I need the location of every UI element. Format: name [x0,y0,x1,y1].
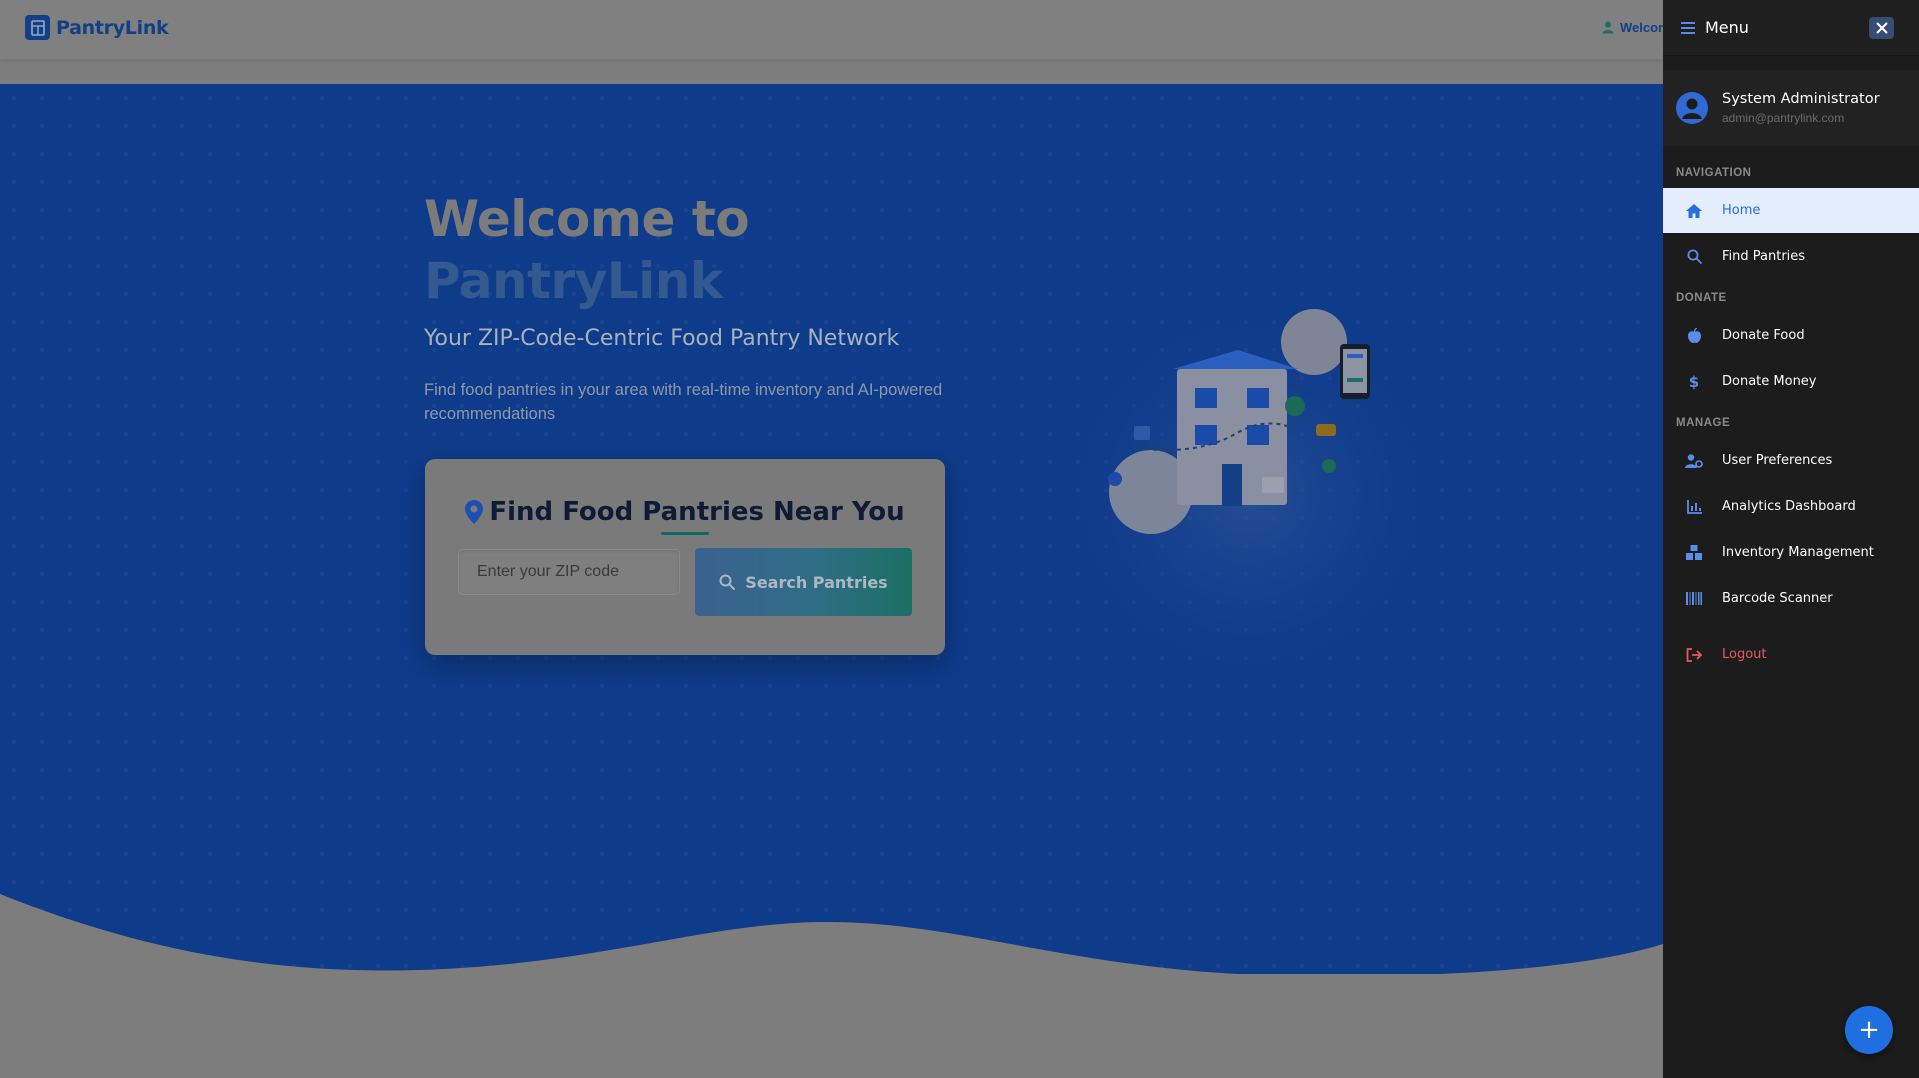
search-icon [1684,249,1704,264]
menu-item-user-preferences[interactable]: User Preferences [1663,438,1919,483]
user-email: admin@pantrylink.com [1722,111,1845,125]
menu-item-label: Donate Food [1722,328,1805,343]
hero-description: Find food pantries in your area with rea… [424,381,943,423]
menu-item-label: User Preferences [1722,453,1833,468]
menu-item-donate-food[interactable]: Donate Food [1663,313,1919,358]
search-icon [719,574,736,590]
menu-item-label: Inventory Management [1722,545,1874,560]
search-card-title: Find Food Pantries Near You [425,497,945,527]
pantry-icon [25,15,50,40]
search-card: Find Food Pantries Near You Search Pantr… [425,459,945,655]
menu-item-label: Find Pantries [1722,249,1806,264]
menu-item-logout[interactable]: Logout [1663,632,1919,677]
avatar [1676,92,1708,124]
menu-item-donate-money[interactable]: $ Donate Money [1663,359,1919,404]
user-circle-icon [1682,98,1702,119]
menu-item-label: Logout [1722,647,1767,662]
barcode-icon [1684,592,1704,605]
close-icon [1875,22,1888,34]
title-underline [661,532,709,535]
brand-name: PantryLink [56,16,169,39]
hero-wave [0,894,1919,974]
search-button-label: Search Pantries [745,572,888,592]
user-cog-icon [1684,453,1704,468]
hero-pattern [0,84,1919,974]
hero-title-line1: Welcome to [424,190,750,248]
search-card-title-text: Find Food Pantries Near You [489,497,905,527]
map-pin-icon [465,500,484,524]
hero-title: Welcome to PantryLink [424,188,750,312]
menu-item-home[interactable]: Home [1663,188,1919,233]
menu-item-inventory-management[interactable]: Inventory Management [1663,530,1919,575]
chart-icon [1684,499,1704,514]
menu-title: Menu [1705,18,1749,37]
brand-logo[interactable]: PantryLink [25,15,169,40]
menu-item-analytics-dashboard[interactable]: Analytics Dashboard [1663,484,1919,529]
pantry-illustration [1050,294,1450,694]
side-menu: Menu System Administrator admin@pantryli… [1663,0,1919,1078]
menu-item-label: Analytics Dashboard [1722,499,1856,514]
hero-title-line2: PantryLink [424,252,723,310]
logout-icon [1684,647,1704,662]
section-navigation: NAVIGATION [1676,167,1752,179]
home-icon [1684,203,1704,218]
menu-item-label: Home [1722,203,1761,218]
close-menu-button[interactable] [1869,17,1894,39]
menu-item-find-pantries[interactable]: Find Pantries [1663,234,1919,279]
user-profile[interactable]: System Administrator admin@pantrylink.co… [1663,70,1919,146]
menu-item-label: Donate Money [1722,374,1817,389]
section-donate: DONATE [1676,292,1727,304]
floating-add-button[interactable]: + [1845,1006,1893,1054]
hero-section: Welcome to PantryLink Your ZIP-Code-Cent… [0,84,1919,974]
search-pantries-button[interactable]: Search Pantries [695,548,912,616]
user-name: System Administrator [1722,91,1880,107]
menu-item-label: Barcode Scanner [1722,591,1833,606]
dollar-icon: $ [1688,372,1700,391]
hamburger-icon[interactable] [1681,21,1695,34]
zip-code-input[interactable] [458,549,680,595]
hero-subtitle: Your ZIP-Code-Centric Food Pantry Networ… [424,326,900,351]
top-header: PantryLink Welcome [0,0,1919,59]
user-icon [1602,21,1614,34]
section-manage: MANAGE [1676,417,1731,429]
boxes-icon [1684,545,1704,560]
apple-icon [1684,328,1704,343]
menu-item-barcode-scanner[interactable]: Barcode Scanner [1663,576,1919,621]
